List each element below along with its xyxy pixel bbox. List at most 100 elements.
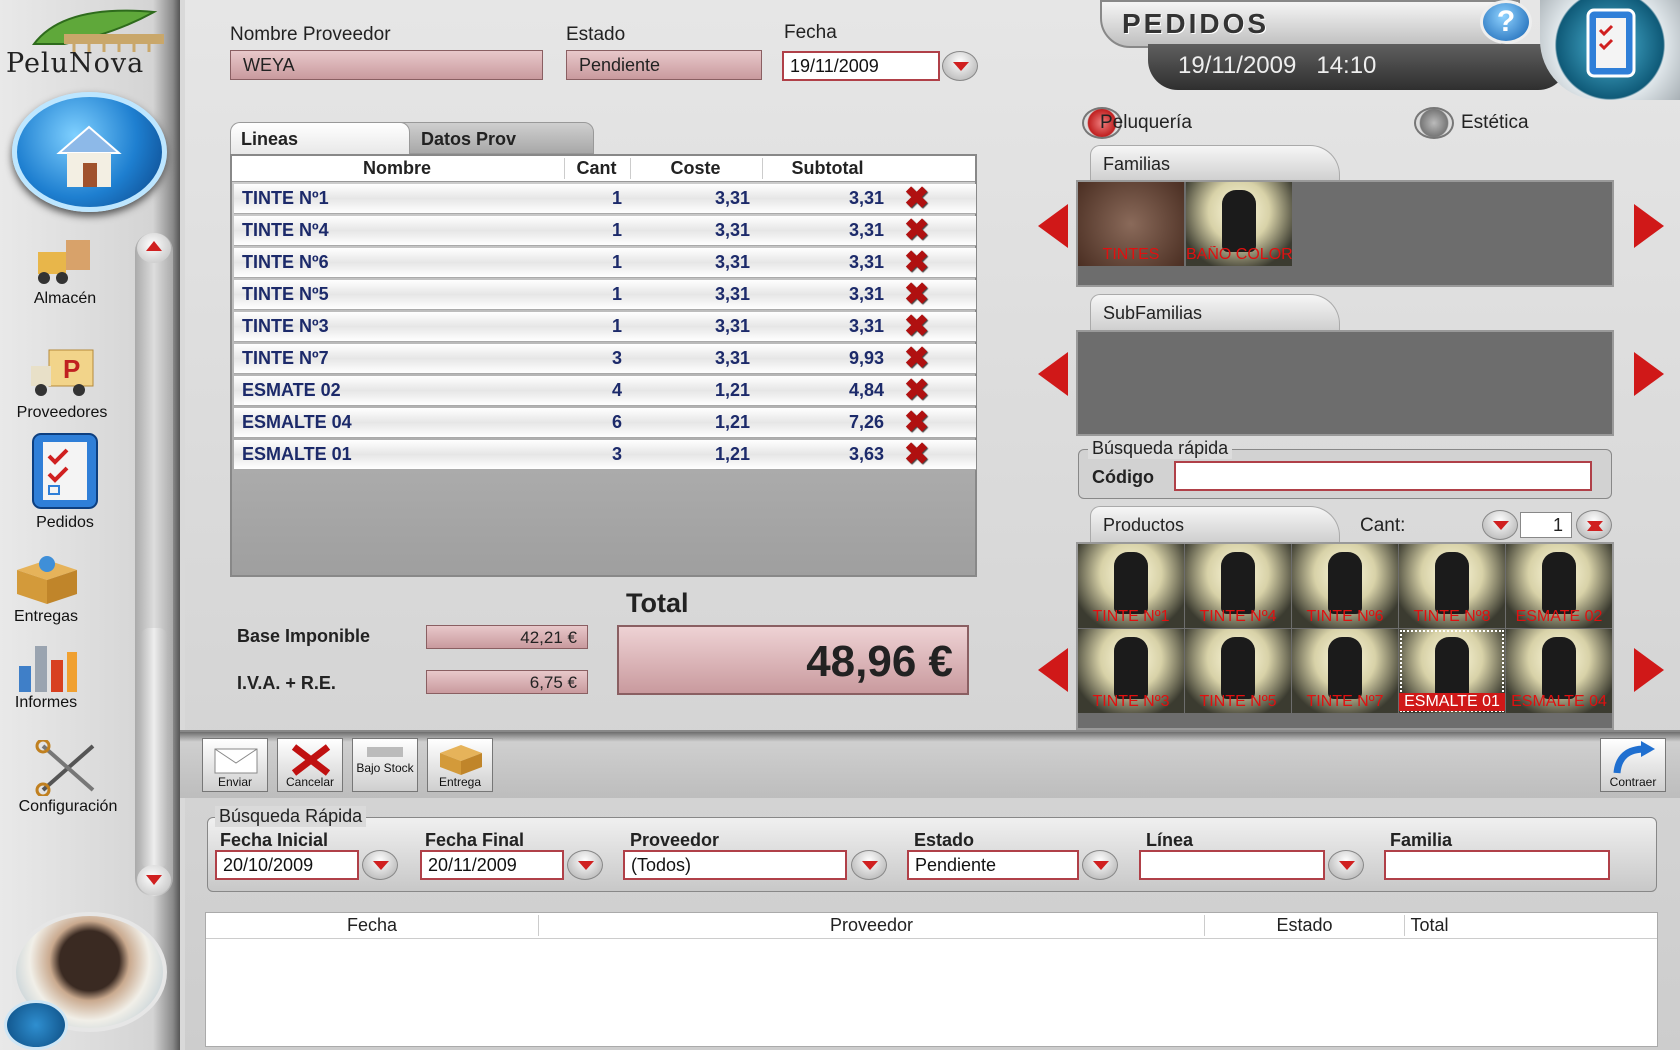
col-cant[interactable]: Cant (564, 158, 628, 179)
delete-row-icon[interactable]: ✖ (904, 440, 938, 470)
table-row[interactable]: ESMATE 02 4 1,21 4,84 ✖ (234, 376, 976, 406)
contraer-button[interactable]: Contraer (1600, 738, 1666, 792)
radio-estetica[interactable] (1414, 107, 1454, 139)
delete-row-icon[interactable]: ✖ (904, 408, 938, 438)
subfamilias-prev-arrow[interactable] (1038, 352, 1068, 396)
nav-informes[interactable]: Informes (0, 636, 92, 712)
fecha-inicial-dropdown[interactable] (362, 850, 398, 880)
familias-next-arrow[interactable] (1634, 204, 1664, 248)
product-tile[interactable]: TINTE Nº8 (1399, 544, 1505, 628)
codigo-input[interactable] (1174, 461, 1592, 491)
cant-increase-button[interactable] (1576, 510, 1612, 540)
delete-row-icon[interactable]: ✖ (904, 344, 938, 374)
fecha-inicial-input[interactable]: 20/10/2009 (215, 850, 359, 880)
nav-entregas[interactable]: Entregas (0, 550, 92, 626)
iva-label: I.V.A. + R.E. (237, 673, 336, 693)
table-row[interactable]: ESMALTE 04 6 1,21 7,26 ✖ (234, 408, 976, 438)
checklist-icon (29, 432, 101, 512)
product-tile-label: TINTE Nº6 (1306, 608, 1384, 625)
col-nombre[interactable]: Nombre (232, 158, 562, 179)
results-col-total[interactable]: Total (1404, 915, 1454, 936)
table-row[interactable]: TINTE Nº1 1 3,31 3,31 ✖ (234, 184, 976, 214)
nav-proveedores[interactable]: P Proveedores (0, 346, 124, 422)
cant-decrease-button[interactable] (1482, 510, 1518, 540)
delete-row-icon[interactable]: ✖ (904, 216, 938, 246)
delete-row-icon[interactable]: ✖ (904, 184, 938, 214)
nav-informes-label: Informes (14, 694, 78, 711)
enviar-button[interactable]: Enviar (202, 738, 268, 792)
scroll-up-button[interactable] (137, 233, 171, 263)
key-icon[interactable] (4, 1000, 68, 1050)
col-coste[interactable]: Coste (630, 158, 760, 179)
row-cant: 4 (611, 380, 622, 400)
estado-filter-input[interactable]: Pendiente (907, 850, 1079, 880)
product-tile-label: ESMALTE 04 (1511, 693, 1607, 710)
familia-tile-bano-color[interactable]: BAÑO COLOR (1186, 182, 1292, 266)
fecha-final-input[interactable]: 20/11/2009 (420, 850, 564, 880)
product-tile[interactable]: TINTE Nº1 (1078, 544, 1184, 628)
productos-prev-arrow[interactable] (1038, 648, 1068, 692)
linea-filter-label: Línea (1146, 830, 1194, 850)
subfamilias-next-arrow[interactable] (1634, 352, 1664, 396)
familias-prev-arrow[interactable] (1038, 204, 1068, 248)
tab-datos-prov[interactable]: Datos Prov (384, 122, 594, 154)
scroll-down-button[interactable] (137, 865, 171, 895)
proveedor-filter-dropdown[interactable] (851, 850, 887, 880)
familia-tile-tintes[interactable]: TINTES (1078, 182, 1184, 266)
results-col-proveedor[interactable]: Proveedor (538, 915, 1204, 936)
estado-filter-dropdown[interactable] (1082, 850, 1118, 880)
product-tile[interactable]: TINTE Nº7 (1292, 629, 1398, 713)
estado-field[interactable]: Pendiente (566, 50, 762, 80)
col-subtotal[interactable]: Subtotal (762, 158, 892, 179)
entrega-button[interactable]: Entrega (427, 738, 493, 792)
proveedor-field[interactable]: WEYA (230, 50, 543, 80)
table-row[interactable]: TINTE Nº5 1 3,31 3,31 ✖ (234, 280, 976, 310)
product-tile[interactable]: TINTE Nº3 (1078, 629, 1184, 713)
bajo-stock-button[interactable]: Bajo Stock (352, 738, 418, 792)
product-tile-label: TINTE Nº5 (1199, 693, 1277, 710)
estado-filter-label: Estado (914, 830, 975, 850)
table-row[interactable]: TINTE Nº6 1 3,31 3,31 ✖ (234, 248, 976, 278)
row-coste: 3,31 (714, 220, 750, 240)
proveedor-filter-input[interactable]: (Todos) (623, 850, 847, 880)
familia-filter-label: Familia (1390, 830, 1453, 850)
tab-lineas[interactable]: Lineas (230, 122, 410, 154)
product-tile[interactable]: TINTE Nº5 (1185, 629, 1291, 713)
fecha-final-dropdown[interactable] (567, 850, 603, 880)
nav-almacen[interactable]: Almacén (0, 232, 130, 308)
product-tile[interactable]: ESMALTE 01 (1399, 629, 1505, 713)
results-col-estado[interactable]: Estado (1204, 915, 1404, 936)
familia-filter-input[interactable] (1384, 850, 1610, 880)
product-tile[interactable]: TINTE Nº4 (1185, 544, 1291, 628)
table-row[interactable]: ESMALTE 01 3 1,21 3,63 ✖ (234, 440, 976, 470)
fecha-field[interactable]: 19/11/2009 (782, 51, 940, 81)
fecha-inicial-label: Fecha Inicial (220, 830, 329, 850)
product-tile[interactable]: TINTE Nº6 (1292, 544, 1398, 628)
sidebar-scrollbar[interactable] (135, 233, 173, 896)
scroll-thumb[interactable] (141, 628, 167, 868)
table-row[interactable]: TINTE Nº4 1 3,31 3,31 ✖ (234, 216, 976, 246)
home-button[interactable] (12, 92, 167, 212)
delete-row-icon[interactable]: ✖ (904, 376, 938, 406)
enviar-label: Enviar (217, 775, 252, 789)
delete-row-icon[interactable]: ✖ (904, 280, 938, 310)
fecha-dropdown-button[interactable] (942, 51, 978, 81)
delete-row-icon[interactable]: ✖ (904, 248, 938, 278)
table-row[interactable]: TINTE Nº7 3 3,31 9,93 ✖ (234, 344, 976, 374)
delete-row-icon[interactable]: ✖ (904, 312, 938, 342)
linea-filter-input[interactable] (1139, 850, 1325, 880)
nav-configuracion[interactable]: Configuración (0, 738, 136, 816)
product-tile[interactable]: ESMALTE 04 (1506, 629, 1612, 713)
cancelar-button[interactable]: Cancelar (277, 738, 343, 792)
chevron-up-icon (146, 241, 162, 251)
product-tile-label: TINTE Nº1 (1092, 608, 1170, 625)
cant-input[interactable]: 1 (1520, 512, 1572, 538)
linea-filter-dropdown[interactable] (1328, 850, 1364, 880)
results-col-fecha[interactable]: Fecha (206, 915, 538, 936)
help-button[interactable]: ? (1480, 0, 1532, 44)
product-tile[interactable]: ESMATE 02 (1506, 544, 1612, 628)
nav-pedidos[interactable]: Pedidos (0, 432, 130, 532)
table-row[interactable]: TINTE Nº3 1 3,31 3,31 ✖ (234, 312, 976, 342)
sidebar: PeluNova Almacén P Proveedores Pedidos E… (0, 0, 180, 1050)
productos-next-arrow[interactable] (1634, 648, 1664, 692)
